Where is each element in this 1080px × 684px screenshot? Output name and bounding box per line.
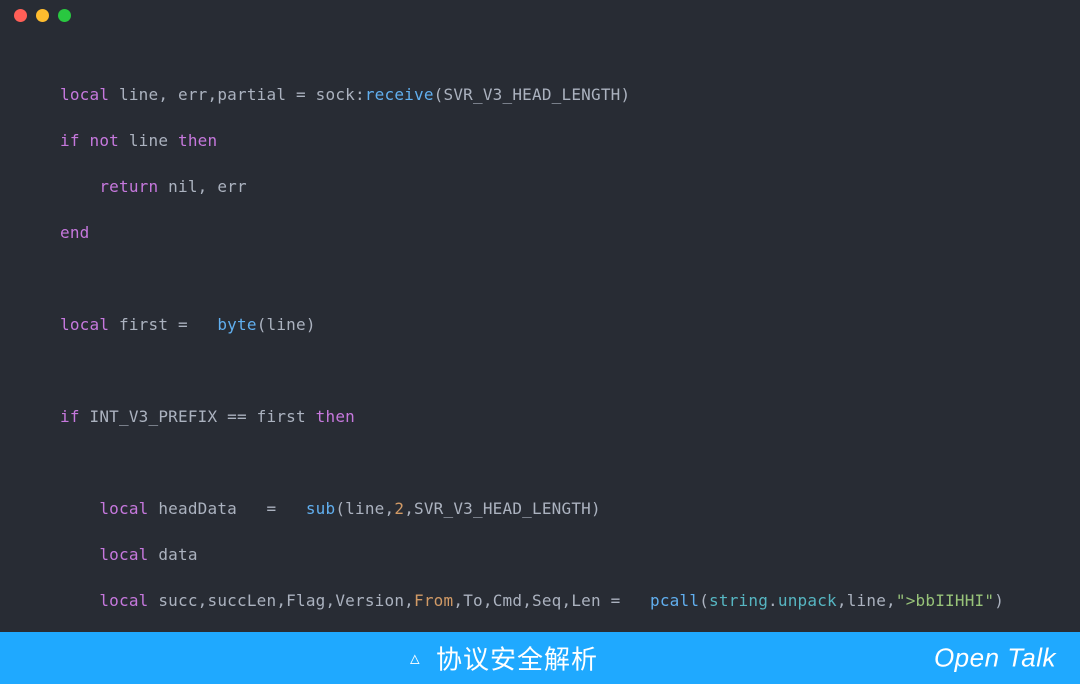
code-editor[interactable]: local line, err,partial = sock:receive(S… (60, 60, 1040, 684)
titlebar (0, 0, 1080, 30)
code-line: if not line then (60, 129, 1040, 152)
code-line: local line, err,partial = sock:receive(S… (60, 83, 1040, 106)
code-line: local succ,succLen,Flag,Version,From,To,… (60, 589, 1040, 612)
code-line (60, 267, 1040, 290)
editor-window: local line, err,partial = sock:receive(S… (0, 0, 1080, 684)
window-minimize-button[interactable] (36, 9, 49, 22)
code-line: local first = byte(line) (60, 313, 1040, 336)
window-close-button[interactable] (14, 9, 27, 22)
code-line: local data (60, 543, 1040, 566)
code-line: local headData = sub(line,2,SVR_V3_HEAD_… (60, 497, 1040, 520)
code-line: if INT_V3_PREFIX == first then (60, 405, 1040, 428)
footer-caption: 协议安全解析 (436, 640, 598, 677)
code-line: end (60, 221, 1040, 244)
code-line (60, 359, 1040, 382)
window-zoom-button[interactable] (58, 9, 71, 22)
footer-brand: Open Talk (934, 643, 1056, 674)
code-line: return nil, err (60, 175, 1040, 198)
code-line (60, 451, 1040, 474)
footer-bar: △ 协议安全解析 Open Talk (0, 632, 1080, 684)
triangle-icon: △ (410, 649, 420, 668)
